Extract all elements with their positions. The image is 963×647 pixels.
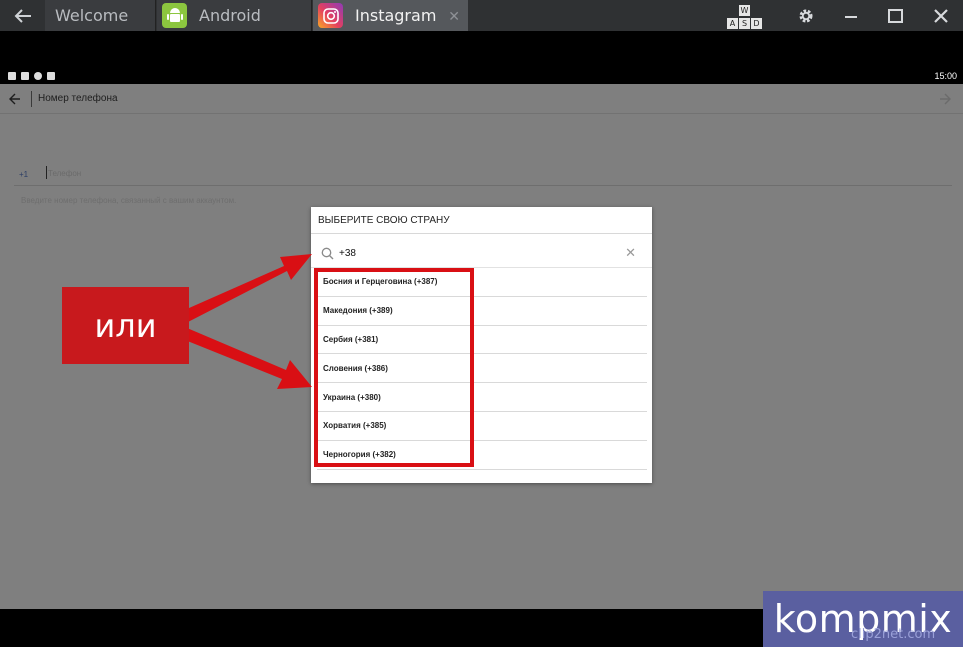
arrow-to-search (180, 254, 312, 322)
kompmix-watermark: kompmix clip2net.com (763, 591, 963, 647)
arrow-to-list (180, 328, 312, 389)
or-label: или (62, 287, 189, 364)
watermark-sub: clip2net.com (851, 627, 936, 642)
